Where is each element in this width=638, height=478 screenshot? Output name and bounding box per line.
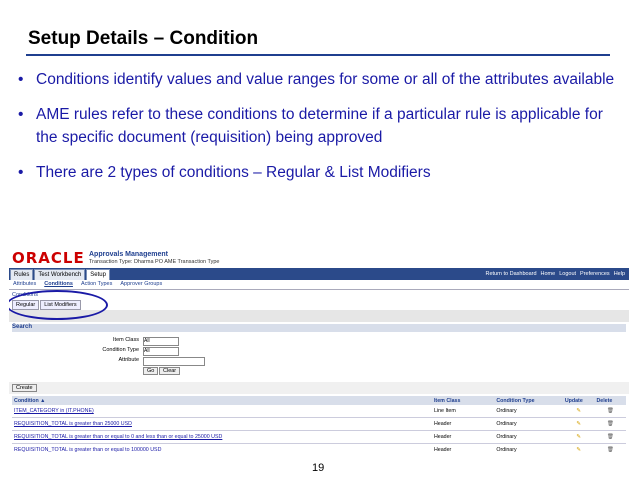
go-button[interactable]: Go — [143, 367, 159, 375]
table-row: REQUISITION_TOTAL is greater than or equ… — [12, 430, 626, 444]
oracle-screenshot: ORACLE Approvals Management Transaction … — [9, 246, 629, 452]
global-links: Return to Dashboard Home Logout Preferen… — [485, 271, 625, 277]
condition-link[interactable]: REQUISITION_TOTAL is greater than or equ… — [12, 430, 432, 444]
table-row: ITEM_CATEGORY in (IT.PHONE) Line Item Or… — [12, 405, 626, 418]
condition-type-select[interactable]: All — [143, 347, 179, 356]
subtab-approver-groups[interactable]: Approver Groups — [116, 280, 166, 289]
table-row: REQUISITION_TOTAL is greater than 25000 … — [12, 417, 626, 431]
attribute-input[interactable] — [143, 357, 205, 366]
bullet-item: • AME rules refer to these conditions to … — [14, 103, 626, 149]
condition-type-cell: Ordinary — [494, 405, 563, 418]
col-delete: Delete — [594, 396, 626, 405]
trash-icon[interactable]: 🗑 — [607, 447, 614, 452]
bullet-item: • There are 2 types of conditions – Regul… — [14, 161, 626, 184]
conditions-table: Condition ▲ Item Class Condition Type Up… — [12, 396, 626, 452]
col-item-class: Item Class — [431, 396, 495, 405]
bullet-dot: • — [18, 164, 24, 181]
item-class-cell: Header — [431, 443, 495, 452]
search-header-bar — [12, 324, 626, 332]
bullet-list: • Conditions identify values and value ra… — [14, 68, 626, 196]
app-name: Approvals Management — [89, 251, 168, 258]
subtab-conditions[interactable]: Conditions — [40, 280, 77, 289]
trash-icon[interactable]: 🗑 — [607, 421, 614, 427]
condition-type-cell: Ordinary — [494, 417, 563, 431]
item-class-select[interactable]: All — [143, 337, 179, 346]
col-condition[interactable]: Condition ▲ — [12, 396, 432, 405]
subtab-attributes[interactable]: Attributes — [9, 280, 40, 289]
subtab-action-types[interactable]: Action Types — [77, 280, 116, 289]
item-class-label: Item Class — [113, 337, 139, 343]
oracle-header: ORACLE Approvals Management Transaction … — [9, 246, 629, 268]
condition-type-cell: Ordinary — [494, 430, 563, 444]
condition-link[interactable]: REQUISITION_TOTAL is greater than 25000 … — [12, 417, 432, 431]
condition-link[interactable]: REQUISITION_TOTAL is greater than or equ… — [12, 443, 432, 452]
clear-button[interactable]: Clear — [159, 367, 181, 375]
link-home[interactable]: Home — [541, 271, 556, 277]
item-class-cell: Line Item — [431, 405, 495, 418]
search-header: Search — [12, 324, 33, 330]
col-condition-type: Condition Type — [494, 396, 563, 405]
attribute-label: Attribute — [118, 357, 139, 363]
item-class-cell: Header — [431, 417, 495, 431]
link-logout[interactable]: Logout — [559, 271, 576, 277]
pencil-icon[interactable]: ✎ — [576, 447, 580, 452]
sub-tabs: Attributes Conditions Action Types Appro… — [9, 280, 629, 290]
transaction-type: Transaction Type: Dharma PO AME Transact… — [89, 259, 220, 265]
page-number: 19 — [312, 462, 325, 474]
table-row: REQUISITION_TOTAL is greater than or equ… — [12, 443, 626, 452]
item-class-cell: Header — [431, 430, 495, 444]
bullet-text: There are 2 types of conditions – Regula… — [36, 164, 431, 181]
slide-title: Setup Details – Condition — [28, 28, 259, 49]
pencil-icon[interactable]: ✎ — [576, 408, 580, 414]
highlight-ellipse — [9, 290, 108, 320]
condition-link[interactable]: ITEM_CATEGORY in (IT.PHONE) — [12, 405, 432, 418]
create-button[interactable]: Create — [12, 384, 37, 392]
bullet-dot: • — [18, 106, 24, 123]
oracle-logo: ORACLE — [12, 249, 85, 267]
bullet-text: AME rules refer to these conditions to d… — [36, 106, 603, 146]
bullet-dot: • — [18, 71, 24, 88]
condition-type-cell: Ordinary — [494, 443, 563, 452]
title-rule — [26, 54, 610, 56]
trash-icon[interactable]: 🗑 — [607, 434, 614, 440]
link-preferences[interactable]: Preferences — [580, 271, 610, 277]
col-update: Update — [562, 396, 595, 405]
bullet-item: • Conditions identify values and value ra… — [14, 68, 626, 91]
trash-icon[interactable]: 🗑 — [607, 408, 614, 414]
create-bar — [9, 382, 629, 394]
pencil-icon[interactable]: ✎ — [576, 421, 580, 427]
bullet-text: Conditions identify values and value ran… — [36, 71, 615, 88]
condition-type-label: Condition Type — [102, 347, 139, 353]
link-dashboard[interactable]: Return to Dashboard — [485, 271, 536, 277]
pencil-icon[interactable]: ✎ — [576, 434, 580, 440]
link-help[interactable]: Help — [614, 271, 625, 277]
